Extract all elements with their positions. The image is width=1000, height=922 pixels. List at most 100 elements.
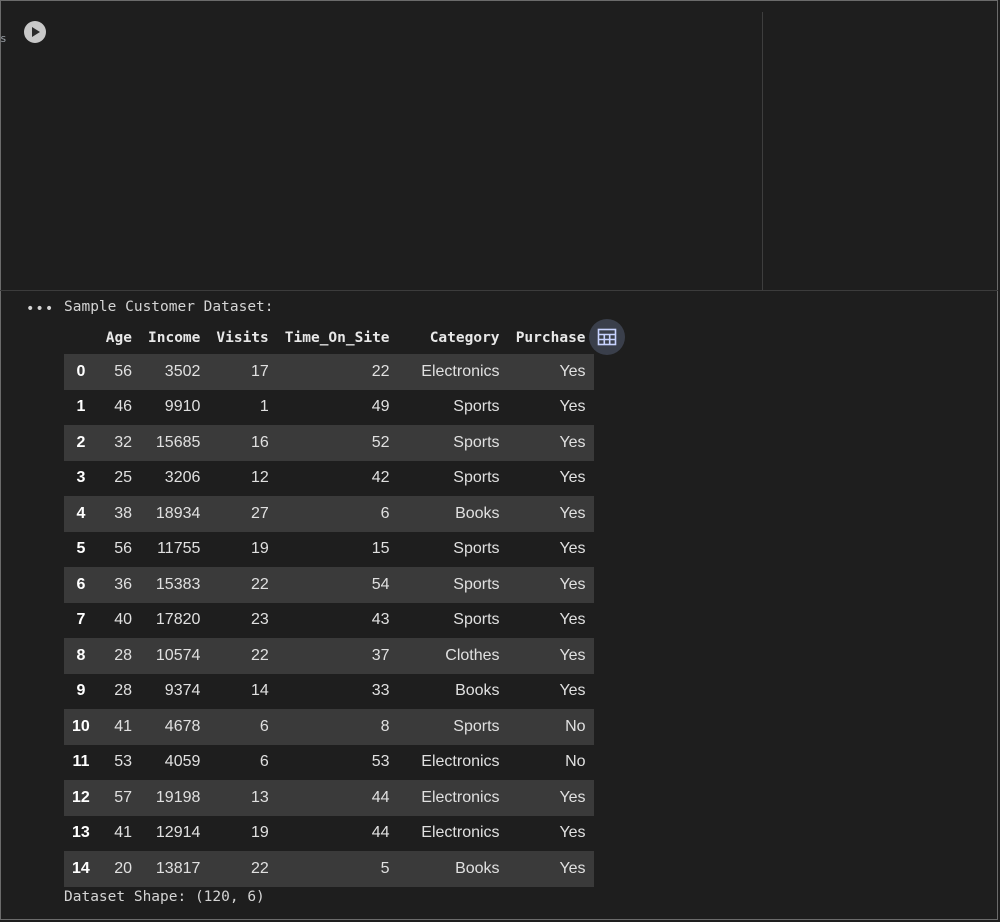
- table-cell: 37: [371, 646, 390, 664]
- table-row: 13 41 12914 19 44 Electronics Yes: [64, 815, 594, 851]
- table-cell: 10574: [155, 646, 201, 664]
- table-cell: 12914: [155, 824, 201, 842]
- table-cell: Yes: [559, 611, 586, 629]
- code-cell[interactable]: s df = pd.DataFrame({ "Age": age, "Incom…: [0, 0, 998, 291]
- table-cell: 23: [250, 611, 269, 629]
- table-row: 6 36 15383 22 54 Sports Yes: [64, 567, 594, 603]
- table-cell: 28: [114, 682, 132, 700]
- table-cell: Sports: [453, 575, 500, 593]
- table-row: 2 32 15685 16 52 Sports Yes: [64, 425, 594, 461]
- run-cell-button[interactable]: [24, 21, 46, 43]
- table-cell: 9374: [164, 682, 201, 700]
- table-cell: 1: [259, 398, 269, 416]
- column-header: Time_On_Site: [284, 329, 390, 346]
- table-cell: 40: [114, 611, 132, 629]
- row-index: 0: [76, 362, 86, 380]
- table-row: 12 57 19198 13 44 Electronics Yes: [64, 780, 594, 816]
- table-cell: 8: [380, 717, 390, 735]
- table-cell: 22: [250, 646, 269, 664]
- table-cell: 33: [371, 682, 390, 700]
- row-index: 4: [76, 504, 86, 522]
- table-row: 7 40 17820 23 43 Sports Yes: [64, 602, 594, 638]
- table-cell: 49: [371, 398, 390, 416]
- play-icon: [32, 27, 40, 37]
- table-cell: 11755: [157, 540, 201, 558]
- output-more-button[interactable]: •••: [26, 301, 54, 317]
- table-header-row: Age Income Visits Time_On_Site Category Purch…: [64, 321, 594, 354]
- table-cell: Books: [455, 859, 500, 877]
- table-cell: Sports: [453, 469, 500, 487]
- output-footer-text: Dataset Shape: (120, 6): [64, 889, 265, 905]
- table-cell: 19: [250, 540, 269, 558]
- table-cell: 44: [371, 788, 390, 806]
- table-grid-icon: [597, 328, 617, 346]
- table-cell: Electronics: [421, 824, 500, 842]
- table-cell: 41: [114, 717, 132, 735]
- table-cell: 17820: [155, 611, 201, 629]
- row-index: 6: [76, 575, 86, 593]
- table-row: 8 28 10574 22 37 Clothes Yes: [64, 638, 594, 674]
- table-cell: 56: [114, 540, 132, 558]
- table-cell: Yes: [559, 824, 586, 842]
- table-cell: Books: [455, 682, 500, 700]
- table-cell: 15383: [155, 575, 201, 593]
- convert-table-button[interactable]: [589, 319, 625, 355]
- table-cell: Yes: [559, 398, 586, 416]
- table-cell: 22: [371, 362, 390, 380]
- row-index: 5: [76, 540, 86, 558]
- table-cell: 42: [371, 469, 390, 487]
- table-cell: 25: [114, 469, 132, 487]
- table-cell: 16: [250, 433, 269, 451]
- table-row: 9 28 9374 14 33 Books Yes: [64, 673, 594, 709]
- table-row: 11 53 4059 6 53 Electronics No: [64, 744, 594, 780]
- row-index: 2: [76, 433, 86, 451]
- table-cell: Yes: [559, 540, 586, 558]
- output-header-text: Sample Customer Dataset:: [64, 299, 274, 315]
- table-cell: Sports: [453, 433, 500, 451]
- gutter-mark: s: [0, 32, 7, 45]
- table-cell: 53: [114, 753, 132, 771]
- column-header: Category: [429, 329, 500, 346]
- table-cell: 32: [114, 433, 132, 451]
- table-cell: 9910: [164, 398, 201, 416]
- table-cell: 12: [250, 469, 269, 487]
- table-row: 0 56 3502 17 22 Electronics Yes: [64, 354, 594, 390]
- column-header: Visits: [216, 329, 269, 346]
- table-cell: 13: [250, 788, 269, 806]
- table-cell: Books: [455, 504, 500, 522]
- table-cell: 53: [371, 753, 390, 771]
- column-header: Purchase: [515, 329, 586, 346]
- table-cell: 15: [371, 540, 390, 558]
- code-ruler: [762, 12, 763, 290]
- table-cell: 15685: [155, 433, 201, 451]
- table-cell: Yes: [559, 646, 586, 664]
- table-row: 1 46 9910 1 49 Sports Yes: [64, 389, 594, 425]
- table-cell: 18934: [155, 504, 201, 522]
- table-cell: No: [565, 753, 586, 771]
- table-cell: Sports: [453, 398, 500, 416]
- table-cell: 13817: [155, 859, 201, 877]
- table-row: 14 20 13817 22 5 Books Yes: [64, 851, 594, 887]
- table-cell: Yes: [559, 362, 586, 380]
- table-cell: No: [565, 717, 586, 735]
- table-cell: Electronics: [421, 753, 500, 771]
- table-cell: 57: [114, 788, 132, 806]
- row-index: 8: [76, 646, 86, 664]
- column-header: Income: [148, 329, 201, 346]
- table-cell: 38: [114, 504, 132, 522]
- table-cell: 14: [250, 682, 269, 700]
- table-cell: 19: [250, 824, 269, 842]
- table-row: 3 25 3206 12 42 Sports Yes: [64, 460, 594, 496]
- row-index: 13: [72, 824, 90, 842]
- table-cell: 19198: [155, 788, 201, 806]
- table-cell: 43: [371, 611, 390, 629]
- table-cell: 4678: [164, 717, 201, 735]
- table-cell: Electronics: [421, 362, 500, 380]
- row-index: 7: [76, 611, 86, 629]
- table-cell: 41: [114, 824, 132, 842]
- table-cell: 4059: [164, 753, 201, 771]
- table-cell: 54: [371, 575, 390, 593]
- table-cell: Yes: [559, 575, 586, 593]
- table-cell: 5: [380, 859, 390, 877]
- dataframe-table: Age Income Visits Time_On_Site Category Purch…: [64, 321, 594, 887]
